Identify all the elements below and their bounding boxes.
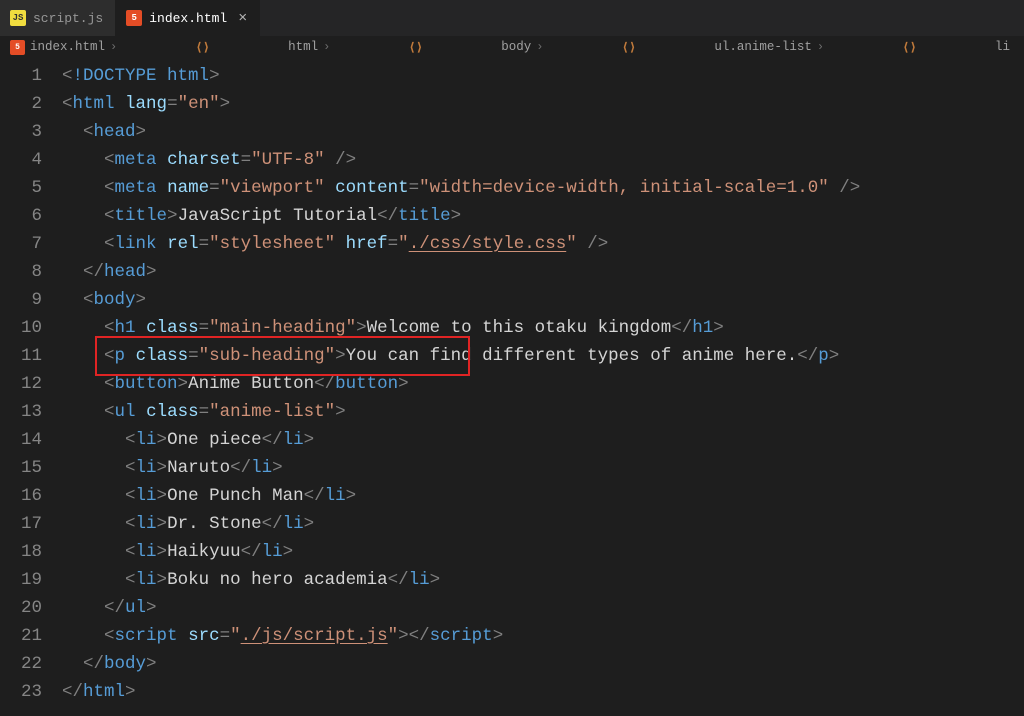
code-line[interactable]: <meta name="viewport" content="width=dev…	[62, 174, 1024, 202]
code-line[interactable]: <script src="./js/script.js"></script>	[62, 622, 1024, 650]
code-line[interactable]: <li>Haikyuu</li>	[62, 538, 1024, 566]
code-line[interactable]: <li>One piece</li>	[62, 426, 1024, 454]
code-line[interactable]: <h1 class="main-heading">Welcome to this…	[62, 314, 1024, 342]
code-line[interactable]: </html>	[62, 678, 1024, 706]
line-number[interactable]: 15	[0, 454, 42, 482]
code-line[interactable]: <head>	[62, 118, 1024, 146]
line-number[interactable]: 22	[0, 650, 42, 678]
line-number[interactable]: 12	[0, 370, 42, 398]
code-line[interactable]: <body>	[62, 286, 1024, 314]
code-line[interactable]: <li>One Punch Man</li>	[62, 482, 1024, 510]
element-icon: ⟨⟩	[335, 40, 496, 55]
code-line[interactable]: <ul class="anime-list">	[62, 398, 1024, 426]
line-number[interactable]: 14	[0, 426, 42, 454]
code-line[interactable]: <html lang="en">	[62, 90, 1024, 118]
tab-label: index.html	[149, 11, 227, 26]
line-number[interactable]: 17	[0, 510, 42, 538]
code-line[interactable]: <li>Naruto</li>	[62, 454, 1024, 482]
code-line[interactable]: <link rel="stylesheet" href="./css/style…	[62, 230, 1024, 258]
line-number[interactable]: 4	[0, 146, 42, 174]
element-icon: ⟨⟩	[548, 40, 709, 55]
tab-bar: JS script.js 5 index.html ×	[0, 0, 1024, 36]
line-number[interactable]: 9	[0, 286, 42, 314]
code-line[interactable]: <button>Anime Button</button>	[62, 370, 1024, 398]
tab-index-html[interactable]: 5 index.html ×	[116, 0, 260, 36]
line-number[interactable]: 23	[0, 678, 42, 706]
line-number[interactable]: 3	[0, 118, 42, 146]
breadcrumb-item[interactable]: ul.anime-list	[714, 40, 812, 54]
html-file-icon: 5	[126, 10, 142, 26]
line-number[interactable]: 21	[0, 622, 42, 650]
line-number[interactable]: 20	[0, 594, 42, 622]
line-number-gutter: 1 2 3 4 5 6 7 8 9 10 11 12 13 14 15 16 1…	[0, 62, 62, 706]
line-number[interactable]: 8	[0, 258, 42, 286]
chevron-right-icon: ›	[107, 40, 120, 54]
code-line[interactable]: <title>JavaScript Tutorial</title>	[62, 202, 1024, 230]
tab-script-js[interactable]: JS script.js	[0, 0, 116, 36]
chevron-right-icon: ›	[320, 40, 333, 54]
breadcrumb-item[interactable]: li	[995, 40, 1010, 54]
tab-label: script.js	[33, 11, 103, 26]
line-number[interactable]: 10	[0, 314, 42, 342]
code-line[interactable]: </body>	[62, 650, 1024, 678]
line-number[interactable]: 16	[0, 482, 42, 510]
code-line[interactable]: </head>	[62, 258, 1024, 286]
line-number[interactable]: 11	[0, 342, 42, 370]
line-number[interactable]: 18	[0, 538, 42, 566]
line-number[interactable]: 6	[0, 202, 42, 230]
chevron-right-icon: ›	[814, 40, 827, 54]
html-file-icon: 5	[10, 40, 25, 55]
line-number[interactable]: 7	[0, 230, 42, 258]
line-number[interactable]: 5	[0, 174, 42, 202]
element-icon: ⟨⟩	[122, 40, 283, 55]
code-line[interactable]: <meta charset="UTF-8" />	[62, 146, 1024, 174]
code-line[interactable]: <!DOCTYPE html>	[62, 62, 1024, 90]
code-content[interactable]: <!DOCTYPE html> <html lang="en"> <head> …	[62, 62, 1024, 706]
line-number[interactable]: 1	[0, 62, 42, 90]
close-icon[interactable]: ×	[238, 11, 247, 26]
breadcrumb: 5 index.html › ⟨⟩ html › ⟨⟩ body › ⟨⟩ ul…	[0, 36, 1024, 58]
breadcrumb-item[interactable]: html	[288, 40, 318, 54]
code-line[interactable]: <li>Boku no hero academia</li>	[62, 566, 1024, 594]
code-line[interactable]: <li>Dr. Stone</li>	[62, 510, 1024, 538]
breadcrumb-file[interactable]: index.html	[30, 40, 105, 54]
line-number[interactable]: 13	[0, 398, 42, 426]
breadcrumb-item[interactable]: body	[501, 40, 531, 54]
line-number[interactable]: 2	[0, 90, 42, 118]
line-number[interactable]: 19	[0, 566, 42, 594]
code-editor[interactable]: 1 2 3 4 5 6 7 8 9 10 11 12 13 14 15 16 1…	[0, 58, 1024, 706]
chevron-right-icon: ›	[533, 40, 546, 54]
js-file-icon: JS	[10, 10, 26, 26]
code-line[interactable]: </ul>	[62, 594, 1024, 622]
code-line[interactable]: <p class="sub-heading">You can find diff…	[62, 342, 1024, 370]
element-icon: ⟨⟩	[829, 40, 990, 55]
